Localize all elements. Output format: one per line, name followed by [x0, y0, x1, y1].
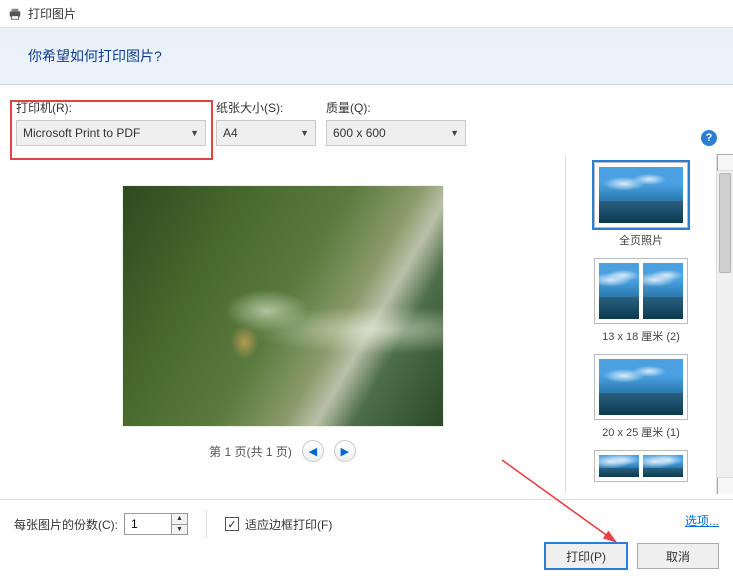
- options-link[interactable]: 选项...: [685, 512, 719, 529]
- printer-field: 打印机(R): Microsoft Print to PDF ▼: [16, 99, 206, 146]
- scroll-thumb[interactable]: [719, 173, 731, 273]
- titlebar: 打印图片: [0, 0, 733, 28]
- footer-top: 每张图片的份数(C): ▲ ▼ ✓ 适应边框打印(F) 选项...: [0, 500, 733, 548]
- page-indicator: 第 1 页(共 1 页): [209, 443, 292, 460]
- preview-pane: 第 1 页(共 1 页) ◀ ▶: [0, 154, 565, 494]
- layout-caption: 全页照片: [619, 232, 663, 248]
- paper-value: A4: [223, 126, 238, 140]
- checkbox-icon: ✓: [225, 517, 239, 531]
- chevron-down-icon: ▼: [190, 128, 199, 138]
- layout-thumb: [599, 167, 683, 223]
- quality-combo[interactable]: 600 x 600 ▼: [326, 120, 466, 146]
- scroll-down-button[interactable]: ▼: [717, 477, 733, 494]
- cancel-button[interactable]: 取消: [637, 543, 719, 569]
- layout-item-fullpage[interactable]: 全页照片: [594, 162, 688, 248]
- copies-label: 每张图片的份数(C):: [14, 516, 118, 533]
- chevron-down-icon: ▼: [450, 128, 459, 138]
- copies-down-button[interactable]: ▼: [172, 525, 187, 535]
- footer: 每张图片的份数(C): ▲ ▼ ✓ 适应边框打印(F) 选项... 打印(P) …: [0, 499, 733, 579]
- layout-list: 全页照片 13 x 18 厘米 (2) 20 x 25 厘米 (1): [566, 154, 716, 494]
- fit-frame-label: 适应边框打印(F): [245, 516, 332, 533]
- divider: [206, 510, 207, 538]
- layout-thumb: [599, 455, 683, 477]
- layout-scrollbar[interactable]: ▲ ▼: [716, 154, 733, 494]
- copies-input[interactable]: [125, 514, 171, 534]
- layout-item-20x25[interactable]: 20 x 25 厘米 (1): [594, 354, 688, 440]
- layout-item-13x18[interactable]: 13 x 18 厘米 (2): [594, 258, 688, 344]
- quality-label: 质量(Q):: [326, 99, 466, 116]
- header-band: 你希望如何打印图片?: [0, 28, 733, 85]
- copies-spinner[interactable]: ▲ ▼: [124, 513, 188, 535]
- footer-buttons: 打印(P) 取消: [545, 543, 719, 569]
- window-title: 打印图片: [28, 5, 76, 22]
- header-question: 你希望如何打印图片?: [28, 46, 705, 66]
- print-button[interactable]: 打印(P): [545, 543, 627, 569]
- layout-thumb: [599, 359, 683, 415]
- fit-frame-checkbox[interactable]: ✓ 适应边框打印(F): [225, 516, 332, 533]
- layout-caption: 20 x 25 厘米 (1): [602, 424, 680, 440]
- paper-combo[interactable]: A4 ▼: [216, 120, 316, 146]
- prev-page-button[interactable]: ◀: [302, 440, 324, 462]
- layout-caption: 13 x 18 厘米 (2): [602, 328, 680, 344]
- printer-icon: [8, 7, 22, 21]
- main-area: 第 1 页(共 1 页) ◀ ▶ 全页照片 13 x 18 厘米 (2) 20 …: [0, 154, 733, 494]
- chevron-down-icon: ▼: [300, 128, 309, 138]
- layout-item-partial[interactable]: [594, 450, 688, 486]
- copies-up-button[interactable]: ▲: [172, 514, 187, 525]
- preview-image: [123, 186, 443, 426]
- printer-label: 打印机(R):: [16, 99, 206, 116]
- layout-thumb: [599, 263, 683, 319]
- scroll-track[interactable]: [717, 171, 733, 477]
- page-nav: 第 1 页(共 1 页) ◀ ▶: [209, 440, 356, 462]
- help-icon[interactable]: ?: [701, 130, 717, 146]
- options-row: 打印机(R): Microsoft Print to PDF ▼ 纸张大小(S)…: [0, 85, 733, 154]
- paper-field: 纸张大小(S): A4 ▼: [216, 99, 316, 146]
- layout-pane: 全页照片 13 x 18 厘米 (2) 20 x 25 厘米 (1) ▲ ▼: [565, 154, 733, 494]
- next-page-button[interactable]: ▶: [334, 440, 356, 462]
- paper-label: 纸张大小(S):: [216, 99, 316, 116]
- printer-combo[interactable]: Microsoft Print to PDF ▼: [16, 120, 206, 146]
- printer-value: Microsoft Print to PDF: [23, 126, 140, 140]
- quality-value: 600 x 600: [333, 126, 386, 140]
- scroll-up-button[interactable]: ▲: [717, 154, 733, 171]
- copies-field: 每张图片的份数(C): ▲ ▼: [14, 513, 188, 535]
- quality-field: 质量(Q): 600 x 600 ▼: [326, 99, 466, 146]
